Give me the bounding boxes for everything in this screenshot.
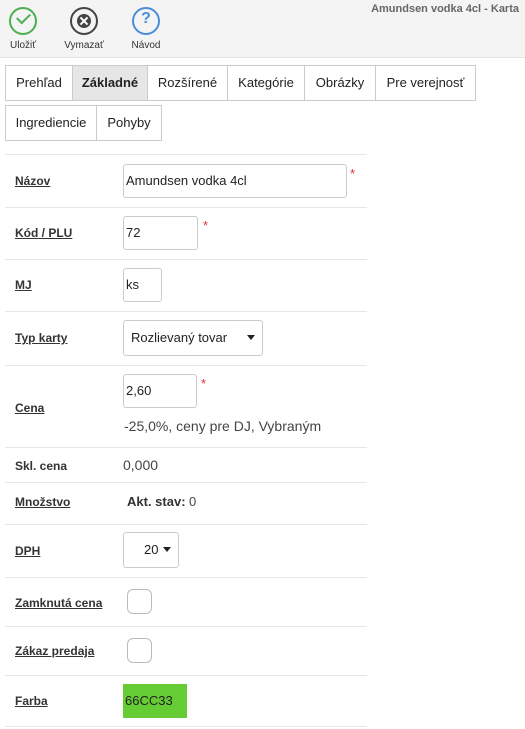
help-label: Návod xyxy=(131,40,161,51)
help-button[interactable]: ? Návod xyxy=(121,6,171,51)
name-input[interactable]: Amundsen vodka 4cl xyxy=(123,164,347,198)
stock-status-value: 0 xyxy=(189,494,197,509)
required-mark: * xyxy=(201,376,207,391)
stock-price-value: 0,000 xyxy=(123,457,159,473)
color-row: Farba 66CC33 xyxy=(5,675,367,727)
vat-label: DPH xyxy=(15,544,41,558)
code-row: Kód / PLU 72 * xyxy=(5,207,367,259)
tab-pre-verejnost[interactable]: Pre verejnosť xyxy=(375,65,476,101)
price-input[interactable]: 2,60 xyxy=(123,374,197,408)
save-label: Uložiť xyxy=(10,40,36,51)
name-row: Názov Amundsen vodka 4cl * xyxy=(5,154,367,207)
stock-status-label: Akt. stav: xyxy=(127,494,186,509)
vat-row: DPH 20 xyxy=(5,524,367,577)
vat-value: 20 xyxy=(144,542,159,557)
price-row: Cena 2,60 * -25,0%, ceny pre DJ, Vybraný… xyxy=(5,365,367,447)
stock-price-row: Skl. cena 0,000 xyxy=(5,447,367,482)
tab-rozsirene[interactable]: Rozšírené xyxy=(147,65,228,101)
code-input[interactable]: 72 xyxy=(123,216,198,250)
card-type-select[interactable]: Rozlievaný tovar xyxy=(123,320,263,356)
check-circle-icon xyxy=(9,7,37,35)
required-mark: * xyxy=(350,166,356,181)
quantity-row: Množstvo Akt. stav: 0 xyxy=(5,482,367,524)
locked-price-label: Zamknutá cena xyxy=(15,596,103,610)
question-circle-icon: ? xyxy=(132,7,160,35)
tab-kategorie[interactable]: Kategórie xyxy=(227,65,305,101)
price-note: -25,0%, ceny pre DJ, Vybraným xyxy=(124,418,322,434)
sale-ban-checkbox[interactable] xyxy=(127,638,152,663)
window-title: Amundsen vodka 4cl - Karta xyxy=(371,3,519,15)
tab-obrazky[interactable]: Obrázky xyxy=(304,65,376,101)
card-type-row: Typ karty Rozlievaný tovar xyxy=(5,311,367,365)
tab-prehlad[interactable]: Prehľad xyxy=(5,65,73,101)
name-label: Názov xyxy=(15,174,51,188)
quantity-label: Množstvo xyxy=(15,495,71,509)
unit-label: MJ xyxy=(15,278,32,292)
delete-label: Vymazať xyxy=(64,40,104,51)
required-mark: * xyxy=(203,218,209,233)
unit-row: MJ ks xyxy=(5,259,367,311)
price-label: Cena xyxy=(15,401,45,415)
color-picker[interactable]: 66CC33 xyxy=(123,684,187,718)
card-type-label: Typ karty xyxy=(15,331,68,345)
tab-zakladne[interactable]: Základné xyxy=(72,65,148,101)
delete-button[interactable]: Vymazať xyxy=(59,6,109,51)
stock-price-label: Skl. cena xyxy=(15,459,68,473)
locked-price-row: Zamknutá cena xyxy=(5,577,367,626)
tab-pohyby[interactable]: Pohyby xyxy=(96,105,162,141)
locked-price-checkbox[interactable] xyxy=(127,589,152,614)
unit-input[interactable]: ks xyxy=(123,268,162,302)
vat-select[interactable]: 20 xyxy=(123,532,179,568)
sale-ban-row: Zákaz predaja xyxy=(5,626,367,675)
code-label: Kód / PLU xyxy=(15,226,73,240)
tab-ingrediencie[interactable]: Ingrediencie xyxy=(5,105,97,141)
chevron-down-icon xyxy=(247,335,255,340)
chevron-down-icon xyxy=(163,547,171,552)
toolbar: Uložiť Vymazať ? Návod Amundsen vodka 4c… xyxy=(0,0,525,58)
color-label: Farba xyxy=(15,694,48,708)
card-type-value: Rozlievaný tovar xyxy=(131,330,228,345)
close-circle-icon xyxy=(70,7,98,35)
sale-ban-label: Zákaz predaja xyxy=(15,644,95,658)
save-button[interactable]: Uložiť xyxy=(0,6,48,51)
